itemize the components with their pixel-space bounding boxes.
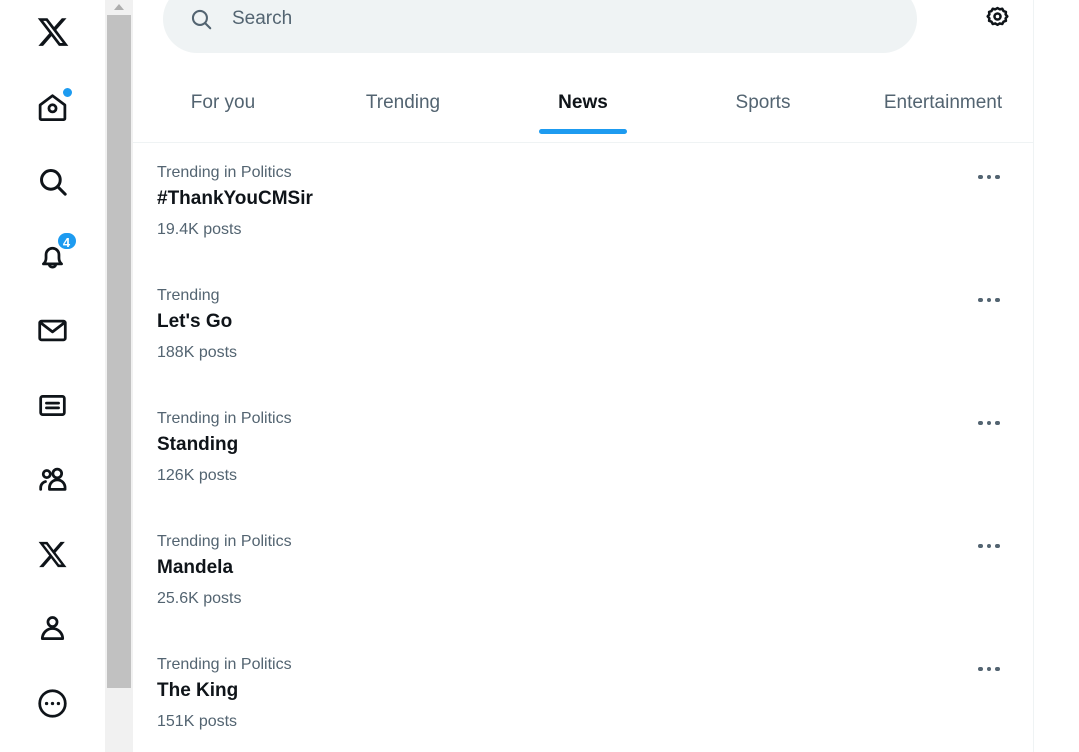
trend-category: Trending in Politics [157,410,292,427]
person-icon [36,612,69,645]
primary-navigation-rail: 4 [0,0,105,752]
search-box[interactable] [163,0,917,53]
list-item[interactable]: Trending in Politics #ThankYouCMSir 19.4… [133,144,1033,267]
search-row [133,0,1033,53]
trend-name: Mandela [157,557,234,578]
trend-name: #ThankYouCMSir [157,188,313,209]
more-circle-icon [36,687,69,720]
sidebar-item-notifications[interactable]: 4 [27,230,79,283]
more-dots [978,543,1000,549]
scroll-up-triangle [114,3,124,10]
trend-category: Trending [157,287,220,304]
trend-category: Trending in Politics [157,164,292,181]
x-explore-page: 4 Search For you Trending News Sports En… [0,0,1079,752]
more-dots [978,666,1000,672]
page-scrollbar[interactable] [105,0,133,752]
tab-trending[interactable]: Trending [313,72,493,143]
tab-for-you[interactable]: For you [133,72,313,143]
search-icon [188,6,214,32]
trend-post-count: 19.4K posts [157,221,242,238]
sidebar-item-messages[interactable] [27,305,79,357]
home-unread-dot-badge [60,85,74,99]
trend-post-count: 188K posts [157,344,238,361]
sidebar-item-premium[interactable] [27,529,79,581]
envelope-icon [36,314,69,347]
main-content-column: For you Trending News Sports Entertainme… [133,0,1034,752]
tab-sports[interactable]: Sports [673,72,853,143]
notifications-count-badge: 4 [55,230,78,251]
x-logo-icon [37,539,68,570]
scrollbar-thumb[interactable] [107,15,131,688]
gear-icon [983,2,1012,36]
list-item[interactable]: Trending Let's Go 188K posts [133,267,1033,390]
tab-news[interactable]: News [493,72,673,143]
trend-post-count: 151K posts [157,713,238,730]
sidebar-item-x-logo[interactable] [27,6,79,58]
search-input[interactable] [232,0,917,53]
more-horizontal-icon[interactable] [969,649,1009,689]
list-item[interactable]: Trending in Politics The King 151K posts [133,636,1033,752]
sidebar-item-more[interactable] [27,678,79,730]
trend-category: Trending in Politics [157,533,292,550]
more-dots [978,420,1000,426]
tab-label: Entertainment [883,92,1003,113]
more-horizontal-icon[interactable] [969,280,1009,320]
tab-label: News [558,92,608,113]
sidebar-item-profile[interactable] [27,603,79,655]
tab-active-underline [539,129,627,134]
explore-tabs: For you Trending News Sports Entertainme… [133,72,1033,143]
sidebar-item-communities[interactable] [27,454,79,506]
people-icon [36,463,70,497]
more-dots [978,174,1000,180]
tab-label: Sports [735,92,791,113]
tab-label: For you [190,92,256,113]
more-horizontal-icon[interactable] [969,526,1009,566]
list-item[interactable]: Trending in Politics Standing 126K posts [133,390,1033,513]
tab-label: Trending [365,92,441,113]
x-logo-icon [36,15,70,49]
tab-entertainment[interactable]: Entertainment [853,72,1033,143]
sidebar-item-explore[interactable] [27,156,79,208]
trend-name: The King [157,680,239,701]
right-gutter [1034,0,1079,752]
explore-header: For you Trending News Sports Entertainme… [133,0,1033,143]
search-icon [36,165,70,199]
more-dots [978,297,1000,303]
sidebar-item-home[interactable] [27,82,79,134]
scroll-up-arrow-icon[interactable] [105,0,133,13]
trends-list: Trending in Politics #ThankYouCMSir 19.4… [133,144,1033,752]
more-horizontal-icon[interactable] [969,403,1009,443]
list-card-icon [36,389,69,422]
trend-post-count: 126K posts [157,467,238,484]
more-horizontal-icon[interactable] [969,157,1009,197]
trend-post-count: 25.6K posts [157,590,242,607]
trend-category: Trending in Politics [157,656,292,673]
trend-name: Standing [157,434,239,455]
trend-name: Let's Go [157,311,233,332]
list-item[interactable]: Trending in Politics Mandela 25.6K posts [133,513,1033,636]
sidebar-item-grok[interactable] [27,380,79,432]
